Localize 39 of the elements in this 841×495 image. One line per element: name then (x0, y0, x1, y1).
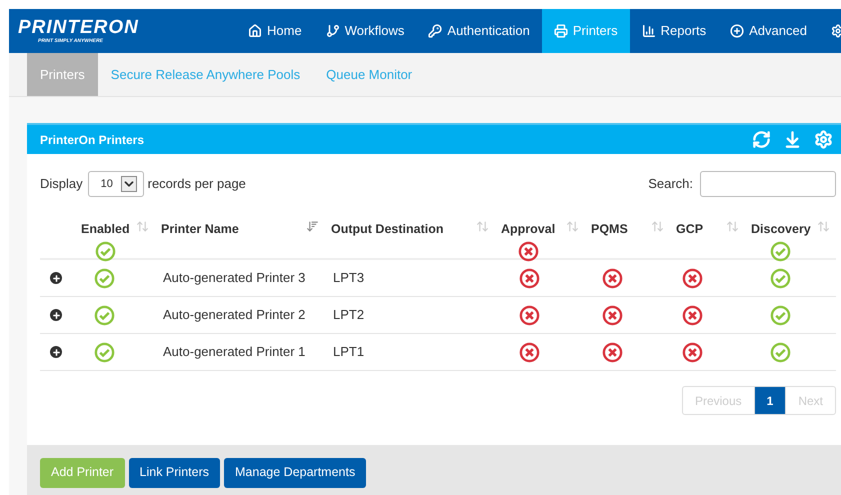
expand-row-icon[interactable] (50, 272, 62, 284)
home-icon (248, 24, 262, 38)
nav-item[interactable]: Workflows (314, 9, 416, 53)
printer-icon (554, 24, 568, 38)
expand-row-icon[interactable] (50, 346, 62, 358)
expand-row-icon[interactable] (50, 309, 62, 321)
action-button[interactable]: Link Printers (128, 458, 220, 488)
column-header[interactable]: Printer Name (155, 220, 325, 258)
panel-title: PrinterOn Printers (40, 132, 144, 148)
table-cell-text: Auto-generated Printer 1 (163, 343, 306, 362)
table-cell-text: Auto-generated Printer 2 (163, 306, 306, 324)
bar-chart-icon (642, 24, 656, 38)
nav-item[interactable]: Reports (630, 9, 718, 53)
logo-wordmark: PRINTERON (18, 18, 139, 37)
column-header[interactable]: PQMS (585, 220, 670, 258)
records-per-page-label: records per page (148, 175, 246, 194)
table-cell-text: LPT1 (333, 343, 364, 362)
table-cell-text: Auto-generated Printer 3 (163, 269, 306, 288)
settings-icon (830, 24, 841, 38)
branch-icon (326, 24, 340, 38)
key-icon (428, 24, 442, 38)
column-header[interactable]: Output Destination (325, 220, 495, 258)
column-header[interactable]: Discovery (745, 220, 836, 258)
nav-item[interactable]: Authentication (416, 9, 542, 53)
column-header[interactable]: Enabled (75, 220, 155, 258)
column-header[interactable]: Approval (495, 220, 585, 258)
pagination-button[interactable]: 1 (754, 387, 786, 414)
table-cell-text: LPT3 (333, 269, 364, 288)
search-field[interactable] (700, 171, 836, 197)
page-length-select[interactable]: 10 (88, 171, 144, 197)
plus-circle-icon (730, 24, 744, 38)
table-cell-text: LPT2 (333, 306, 364, 324)
nav-item[interactable]: Home (236, 9, 314, 53)
column-header[interactable]: GCP (670, 220, 745, 258)
search-label: Search: (648, 175, 693, 194)
dropdown-caret-icon (120, 176, 137, 192)
action-button[interactable]: Manage Departments (224, 458, 366, 488)
nav-item[interactable]: Advanced (718, 9, 819, 53)
display-label: Display (40, 175, 83, 194)
